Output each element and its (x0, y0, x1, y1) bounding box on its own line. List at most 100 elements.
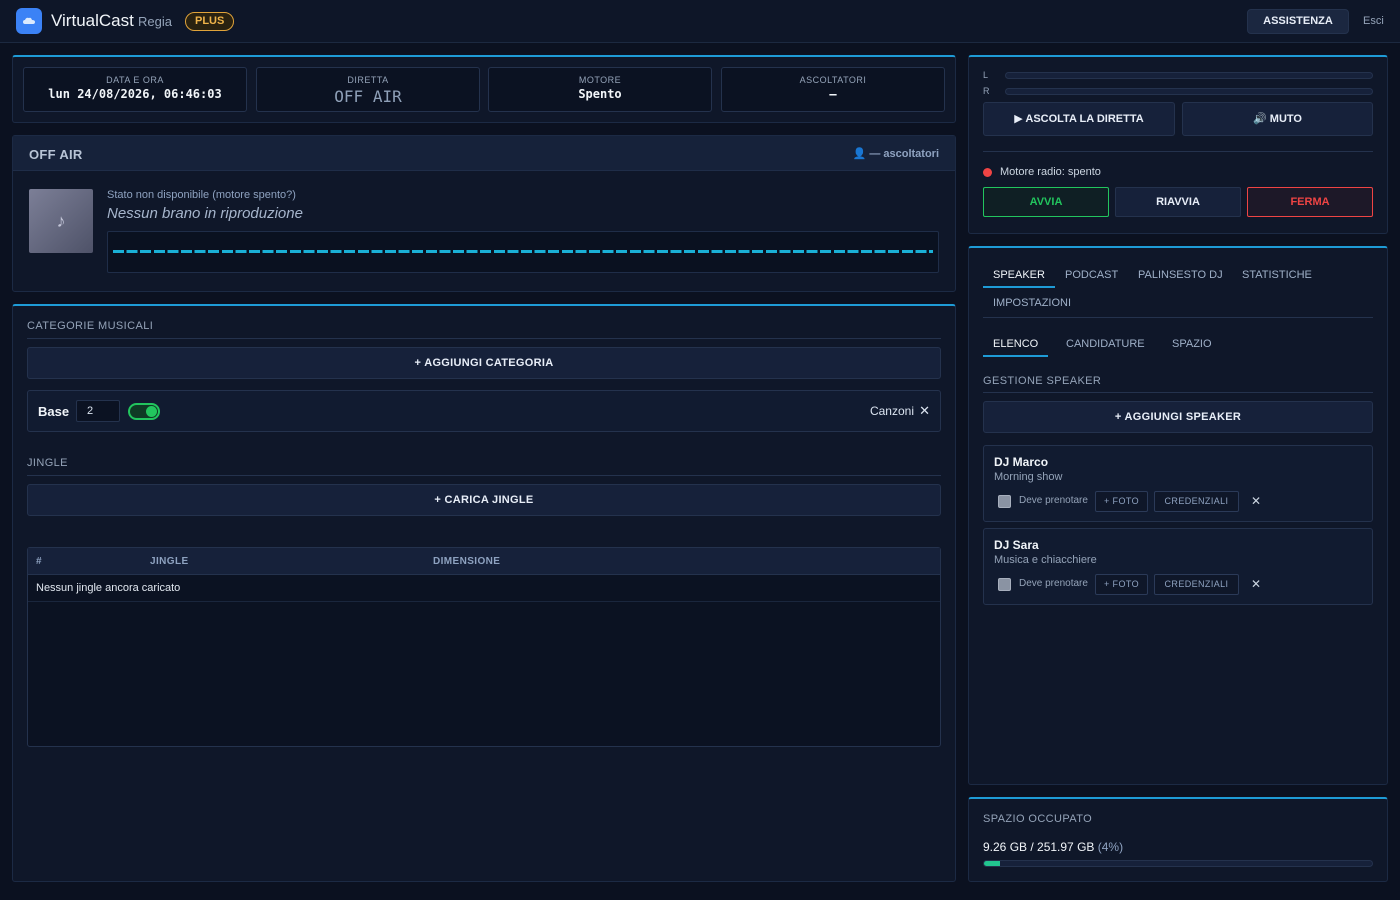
storage-bar-fill (984, 861, 1000, 866)
stat-label: ASCOLTATORI (799, 75, 867, 85)
cloud-icon (23, 17, 35, 24)
engine-status-text: Motore radio: spento (1000, 166, 1101, 178)
on-air-status: OFF AIR (29, 147, 83, 162)
speaker-card: DJ Sara Musica e chiacchiere Deve prenot… (983, 528, 1373, 605)
divider (983, 317, 1373, 318)
stat-live: DIRETTA OFF AIR (256, 67, 480, 112)
tab-statistics[interactable]: STATISTICHE (1242, 269, 1312, 281)
meter-left (1005, 72, 1373, 79)
meter-right (1005, 88, 1373, 95)
divider (983, 392, 1373, 393)
toggle-knob (146, 406, 157, 417)
must-book-checkbox[interactable] (998, 495, 1011, 508)
waveform-line (113, 250, 933, 253)
speaker-card: DJ Marco Morning show Deve prenotare + F… (983, 445, 1373, 522)
category-type: Canzoni (869, 404, 914, 418)
credentials-button[interactable]: CREDENZIALI (1154, 574, 1239, 595)
stat-value: lun 24/08/2026, 06:46:03 (48, 87, 222, 101)
player-panel: L R ▶ ASCOLTA LA DIRETTA 🔊 MUTO Motore r… (968, 55, 1388, 234)
stat-value: — (829, 87, 837, 101)
divider (27, 475, 941, 476)
category-name: Base (38, 404, 70, 419)
now-playing-panel: OFF AIR 👤 — ascoltatori ♪ Stato non disp… (12, 135, 956, 292)
now-playing-header: OFF AIR 👤 — ascoltatori (13, 136, 955, 171)
speaker-description: Musica e chiacchiere (994, 554, 1097, 566)
categories-title: CATEGORIE MUSICALI (27, 320, 154, 332)
storage-usage: 9.26 GB / 251.97 GB (4%) (983, 840, 1123, 854)
app-name: VirtualCast (51, 11, 134, 30)
library-panel: CATEGORIE MUSICALI + AGGIUNGI CATEGORIA … (12, 304, 956, 882)
stat-label: DIRETTA (347, 75, 389, 85)
music-note-icon: ♪ (56, 210, 66, 231)
meter-left-label: L (983, 70, 989, 80)
add-photo-button[interactable]: + FOTO (1095, 574, 1148, 595)
stat-datetime: DATA E ORA lun 24/08/2026, 06:46:03 (23, 67, 247, 112)
column-header-size[interactable]: DIMENSIONE (433, 556, 500, 567)
top-bar: VirtualCast Regia PLUS ASSISTENZA Esci (0, 0, 1400, 43)
must-book-checkbox[interactable] (998, 578, 1011, 591)
column-header-index: # (36, 556, 42, 567)
start-button[interactable]: AVVIA (983, 187, 1109, 217)
credentials-button[interactable]: CREDENZIALI (1154, 491, 1239, 512)
must-book-label: Deve prenotare (1019, 495, 1088, 506)
app-section: Regia (138, 14, 172, 29)
table-row: Nessun jingle ancora caricato (28, 575, 940, 602)
table-header: # JINGLE DIMENSIONE (28, 548, 940, 575)
stat-label: MOTORE (578, 75, 622, 85)
divider (27, 338, 941, 339)
storage-panel: SPAZIO OCCUPATO 9.26 GB / 251.97 GB (4%) (968, 797, 1388, 882)
meter-right-label: R (983, 86, 990, 96)
subtab-applications[interactable]: CANDIDATURE (1066, 338, 1145, 350)
storage-bar (983, 860, 1373, 867)
engine-state-text: Stato non disponibile (motore spento?) (107, 189, 296, 201)
tab-settings[interactable]: IMPOSTAZIONI (993, 297, 1071, 309)
album-cover: ♪ (29, 189, 93, 253)
storage-value: 9.26 GB / 251.97 GB (983, 840, 1095, 854)
add-photo-button[interactable]: + FOTO (1095, 491, 1148, 512)
close-icon[interactable]: ✕ (1251, 577, 1261, 591)
divider (983, 151, 1373, 152)
engine-status-dot (983, 168, 992, 177)
tab-podcast[interactable]: PODCAST (1065, 269, 1118, 281)
must-book-label: Deve prenotare (1019, 578, 1088, 589)
assistance-button[interactable]: ASSISTENZA (1247, 9, 1349, 34)
tab-dj-schedule[interactable]: PALINSESTO DJ (1138, 269, 1223, 281)
stat-listeners: ASCOLTATORI — (721, 67, 945, 112)
add-category-button[interactable]: + AGGIUNGI CATEGORIA (27, 347, 941, 379)
category-row: Base 2 Canzoni ✕ (27, 390, 941, 432)
logout-link[interactable]: Esci (1363, 15, 1384, 27)
mute-button[interactable]: 🔊 MUTO (1182, 102, 1373, 136)
stats-panel: DATA E ORA lun 24/08/2026, 06:46:03 DIRE… (12, 55, 956, 123)
category-enabled-toggle[interactable] (128, 403, 160, 420)
plan-badge: PLUS (185, 12, 235, 31)
empty-message: Nessun jingle ancora caricato (36, 582, 181, 594)
storage-title: SPAZIO OCCUPATO (983, 813, 1093, 825)
listen-live-button[interactable]: ▶ ASCOLTA LA DIRETTA (983, 102, 1175, 136)
stat-label: DATA E ORA (106, 75, 164, 85)
restart-button[interactable]: RIAVVIA (1115, 187, 1241, 217)
close-icon[interactable]: ✕ (919, 403, 930, 419)
subtab-list[interactable]: ELENCO (993, 338, 1038, 350)
waveform[interactable] (107, 231, 939, 273)
speaker-name: DJ Marco (994, 455, 1049, 469)
storage-percent: (4%) (1097, 840, 1124, 854)
speaker-panel: SPEAKER PODCAST PALINSESTO DJ STATISTICH… (968, 246, 1388, 785)
stat-engine: MOTORE Spento (488, 67, 712, 112)
speaker-description: Morning show (994, 471, 1063, 483)
active-subtab-indicator (983, 355, 1048, 357)
category-weight-input[interactable]: 2 (76, 400, 120, 422)
jingle-title: JINGLE (27, 457, 68, 469)
subtab-space[interactable]: SPAZIO (1172, 338, 1212, 350)
close-icon[interactable]: ✕ (1251, 494, 1261, 508)
app-logo (16, 8, 42, 34)
column-header-jingle[interactable]: JINGLE (150, 556, 189, 567)
speakers-title: GESTIONE SPEAKER (983, 375, 1102, 387)
tab-speaker[interactable]: SPEAKER (993, 269, 1045, 281)
add-speaker-button[interactable]: + AGGIUNGI SPEAKER (983, 401, 1373, 433)
speaker-name: DJ Sara (994, 538, 1039, 552)
stop-button[interactable]: FERMA (1247, 187, 1373, 217)
jingle-table: # JINGLE DIMENSIONE Nessun jingle ancora… (27, 547, 941, 747)
upload-jingle-button[interactable]: + CARICA JINGLE (27, 484, 941, 516)
track-title: Nessun brano in riproduzione (107, 205, 303, 222)
stat-value: Spento (578, 87, 622, 101)
